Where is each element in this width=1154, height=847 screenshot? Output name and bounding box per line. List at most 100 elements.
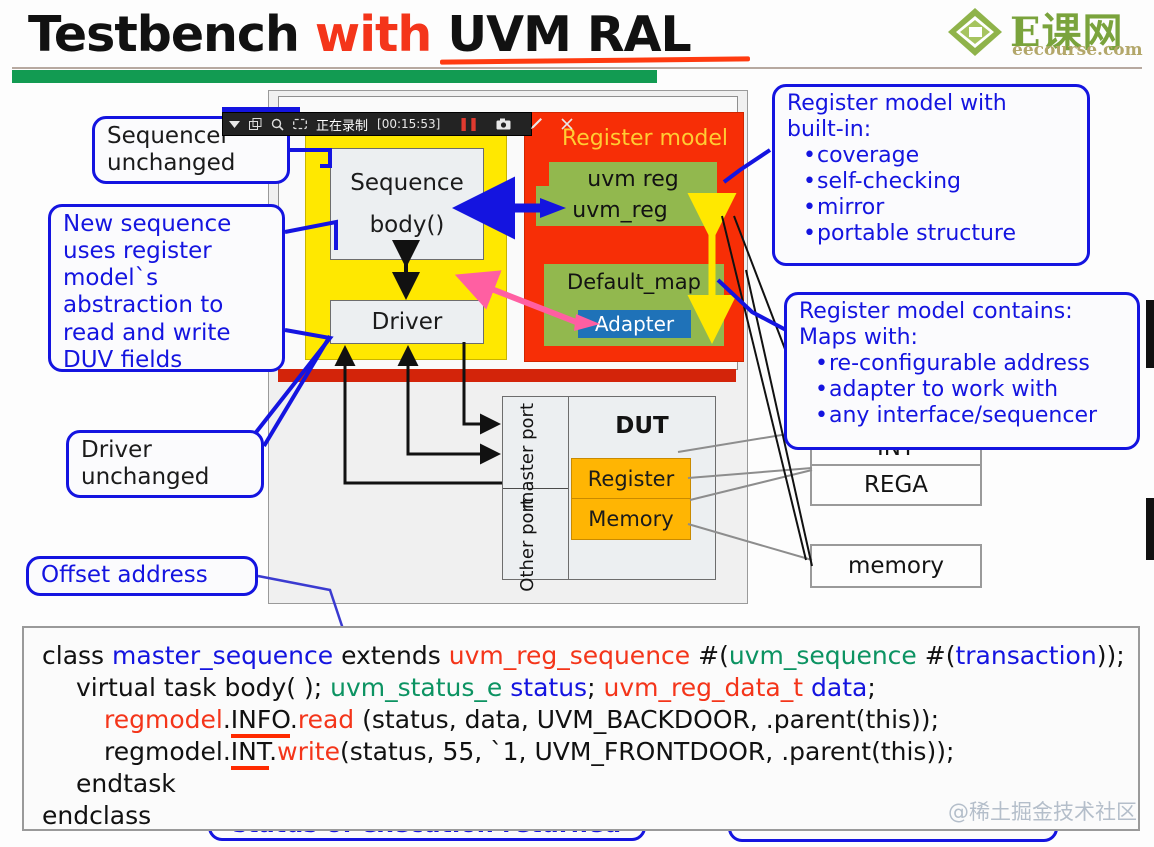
code-l3-t1: . — [222, 705, 231, 734]
callout-offset-address: Offset address — [26, 556, 258, 596]
callout-contains-bullets: re-configurable address adapter to work … — [799, 351, 1125, 429]
callout-new-sequence-line2: uses register — [63, 238, 212, 265]
uvm-reg-label-upper: uvm reg — [587, 167, 679, 192]
camera-icon[interactable] — [496, 116, 511, 132]
page-title: Testbench with UVM RAL — [28, 6, 692, 63]
callout-contains-heading2: Maps with: — [799, 324, 918, 350]
sequence-body-label: body() — [369, 212, 445, 238]
callout-new-sequence-line6: DUV fields — [63, 346, 183, 373]
pen-icon[interactable] — [529, 116, 543, 132]
callout-new-sequence-line5: read and write — [63, 319, 231, 346]
code-line-1: class master_sequence extends uvm_reg_se… — [42, 640, 1138, 672]
callout-builtin-bullet-4: portable structure — [803, 221, 1075, 247]
callout-builtin-bullets: coverage self-checking mirror portable s… — [787, 143, 1075, 247]
code-l1-c4: transaction — [955, 641, 1097, 670]
chevron-down-icon[interactable] — [229, 116, 240, 132]
memory-list-box: memory — [810, 544, 982, 588]
code-l3-u1: INFO — [230, 705, 290, 738]
dut-label: DUT — [615, 413, 669, 439]
code-l3-c2: read — [297, 705, 355, 734]
right-edge-bar-2 — [1146, 498, 1154, 560]
code-l2-t4 — [803, 673, 811, 702]
code-l3-c1: regmodel — [104, 705, 223, 734]
code-l4-t1: regmodel. — [104, 737, 231, 766]
callout-driver-line1: Driver — [81, 437, 152, 463]
callout-contains-bullet-2-cont: any interface/sequencer — [815, 403, 1125, 429]
code-line-4: regmodel.INT.write(status, 55, `1, UVM_F… — [42, 736, 1138, 770]
callout-sequencer-line2: unchanged — [107, 150, 236, 177]
code-l4-t3: (status, 55, `1, UVM_FRONTDOOR, .parent(… — [339, 737, 955, 766]
logo-mark-icon — [948, 8, 1002, 56]
code-l2-c1: uvm_status_e — [330, 673, 503, 702]
interface-red-strip — [278, 369, 736, 382]
code-l1-t2: extends — [333, 641, 449, 670]
adapter-label: Adapter — [594, 312, 675, 336]
close-icon[interactable] — [561, 116, 573, 132]
logo-subtext: eecourse.com — [1012, 40, 1143, 60]
code-l1-t4: #( — [916, 641, 956, 670]
master-port: master port — [503, 397, 569, 509]
dut-register-label: Register — [587, 467, 675, 491]
callout-builtin-bullet-3: mirror — [803, 195, 1075, 221]
reg-list-rega-label: REGA — [863, 472, 929, 498]
callout-contains-bullet-2: adapter to work with — [815, 377, 1125, 403]
callout-register-model-contains: Register model contains: Maps with: re-c… — [784, 292, 1140, 450]
code-l2-t3: ; — [587, 673, 604, 702]
watermark: @稀土掘金技术社区 — [948, 800, 1137, 824]
adapter-box: Adapter — [578, 310, 691, 338]
header-green-bar — [12, 70, 657, 83]
code-l1-c2: uvm_reg_sequence — [448, 641, 691, 670]
default-map-label: Default_map — [567, 270, 701, 294]
code-l4-t2: . — [269, 737, 278, 766]
brand-logo: E课网 eecourse.com — [946, 2, 1154, 64]
header-rule — [12, 67, 1142, 69]
callout-new-sequence: New sequence uses register model`s abstr… — [48, 204, 285, 373]
callout-driver: Driver unchanged — [66, 430, 264, 498]
register-model-title: Register model — [561, 126, 729, 151]
code-line-2: virtual task body( ); uvm_status_e statu… — [42, 672, 1138, 704]
title-part1: Testbench — [28, 6, 315, 63]
callout-contains-bullet-1: re-configurable address — [815, 351, 1125, 377]
callout-builtin-bullet-2: self-checking — [803, 169, 1075, 195]
callout-new-sequence-line4: abstraction to — [63, 292, 224, 319]
title-highlight: with — [314, 6, 432, 63]
dut-memory-box: Memory — [571, 498, 691, 540]
code-l1-t5: )); — [1096, 641, 1125, 670]
code-l1-c1: master_sequence — [112, 641, 334, 670]
code-l2-c3: uvm_reg_data_t — [603, 673, 804, 702]
code-l3-t3: (status, data, UVM_BACKDOOR, .parent(thi… — [354, 705, 939, 734]
magnifier-icon[interactable] — [271, 116, 284, 132]
sequence-title: Sequence — [350, 170, 464, 196]
dut-register-box: Register — [571, 458, 691, 500]
driver-box: Driver — [330, 300, 484, 344]
code-l2-c2: status — [510, 673, 588, 702]
code-l1-t3: #( — [690, 641, 729, 670]
code-l2-t1: virtual task body( ); — [76, 673, 331, 702]
code-line-3: regmodel.INFO.read (status, data, UVM_BA… — [42, 704, 1138, 738]
title-part2: UVM RAL — [431, 6, 691, 63]
other-port: Other port — [503, 488, 569, 592]
callout-builtin-heading1: Register model with — [787, 91, 1007, 116]
memory-list-label: memory — [847, 553, 945, 579]
crop-icon[interactable] — [293, 116, 307, 132]
callout-new-sequence-line3: model`s — [63, 265, 159, 292]
code-l4-c1: write — [277, 737, 340, 766]
callout-driver-line2: unchanged — [81, 464, 210, 491]
callout-register-model-builtin: Register model with built-in: coverage s… — [772, 84, 1090, 266]
callout-builtin-heading2: built-in: — [787, 116, 872, 142]
code-l3-t2: . — [289, 705, 298, 734]
driver-label: Driver — [371, 309, 443, 335]
dut-memory-label: Memory — [588, 507, 674, 531]
code-l1-t1: class — [42, 641, 113, 670]
code-l1-c3: uvm_sequence — [728, 641, 917, 670]
recording-status-label: 正在录制 — [316, 118, 369, 134]
recorder-toolbar[interactable]: 正在录制 [00:15:53] ❚❚ — [222, 112, 573, 136]
port-column: master port Other port — [502, 396, 570, 592]
window-icon[interactable] — [249, 116, 262, 132]
callout-builtin-bullet-1: coverage — [803, 143, 1075, 169]
callout-contains-heading1: Register model contains: — [799, 299, 1073, 324]
uvm-reg-label-lower: uvm_reg — [572, 198, 668, 223]
dut-area: master port Other port DUT Register Memo… — [502, 396, 716, 592]
pause-icon[interactable]: ❚❚ — [458, 117, 479, 132]
sequence-box: Sequence body() — [330, 148, 484, 260]
